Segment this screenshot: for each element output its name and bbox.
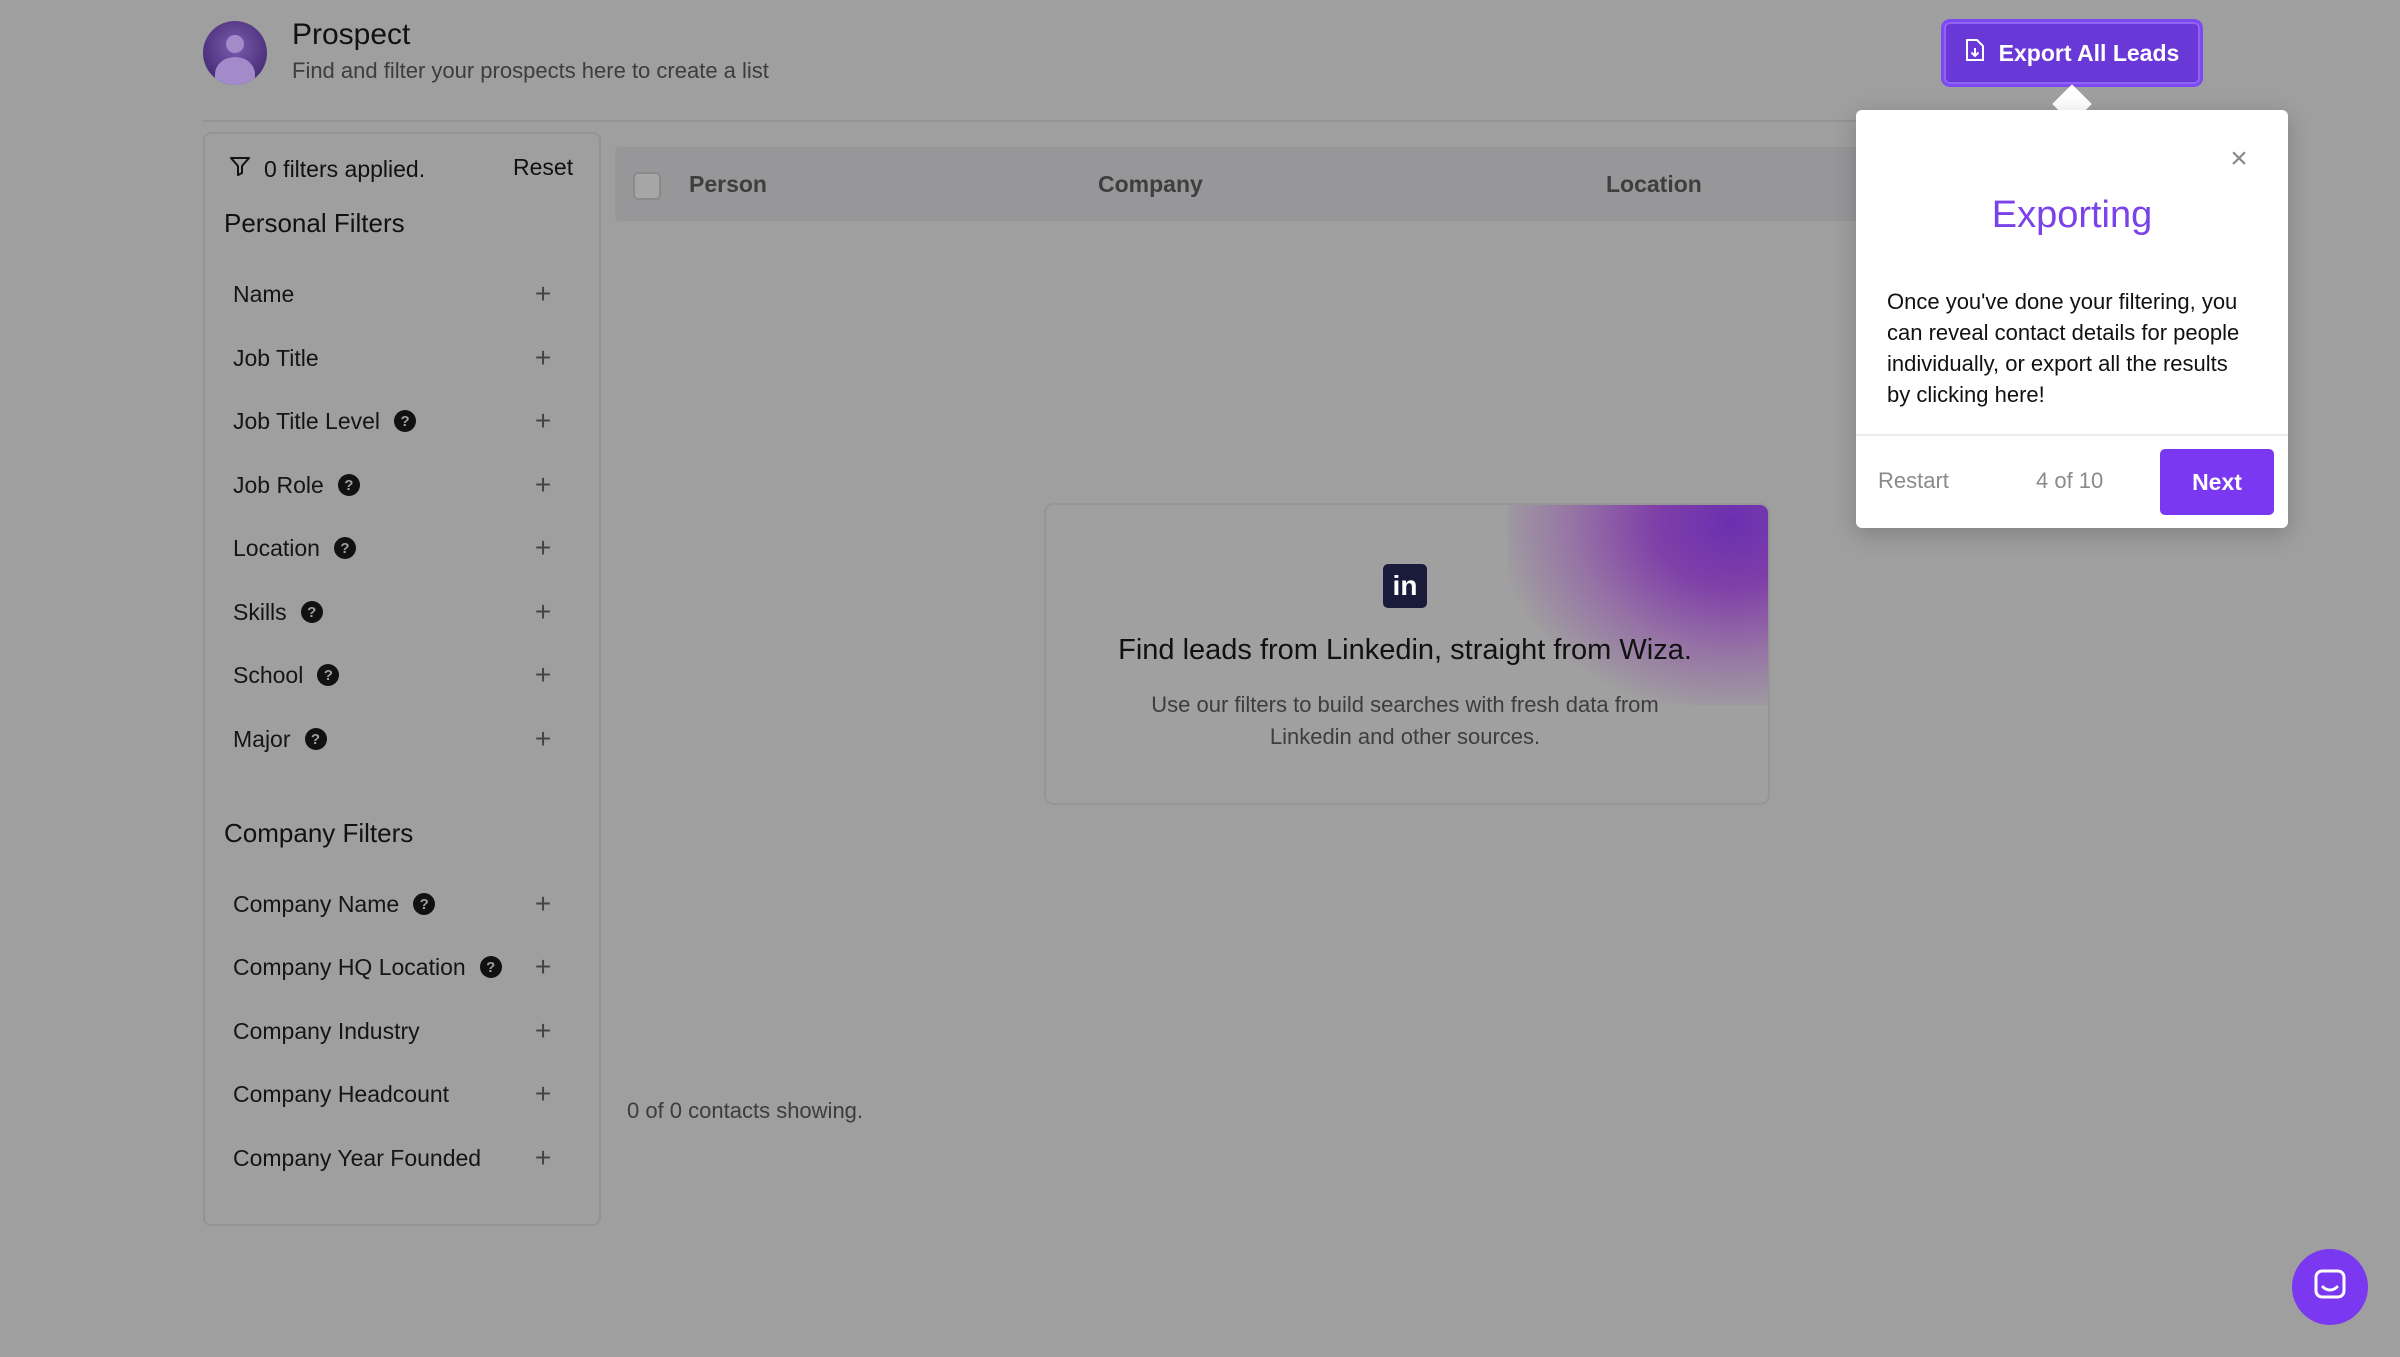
plus-icon[interactable]: + <box>523 1011 563 1051</box>
empty-state-text: Use our filters to build searches with f… <box>1151 692 1659 749</box>
column-location[interactable]: Location <box>1606 171 1702 198</box>
chat-launcher-button[interactable] <box>2292 1249 2368 1325</box>
plus-icon[interactable]: + <box>523 947 563 987</box>
help-icon[interactable]: ? <box>413 893 436 915</box>
filter-job-title-level[interactable]: Job Title Level ? + <box>233 401 563 441</box>
filters-applied-text: 0 filters applied. <box>264 155 426 182</box>
page-title: Prospect <box>292 18 411 51</box>
page-subtitle: Find and filter your prospects here to c… <box>292 58 769 83</box>
tour-step-counter: 4 of 10 <box>2036 468 2104 493</box>
next-button[interactable]: Next <box>2160 449 2274 515</box>
company-filters-title: Company Filters <box>224 818 414 848</box>
reset-button[interactable]: Reset <box>513 154 573 181</box>
export-all-leads-button[interactable]: Export All Leads <box>1944 22 2200 84</box>
personal-filters-title: Personal Filters <box>224 208 405 238</box>
help-icon[interactable]: ? <box>479 956 502 978</box>
plus-icon[interactable]: + <box>523 884 563 924</box>
restart-button[interactable]: Restart <box>1878 468 1949 494</box>
filter-location[interactable]: Location ? + <box>233 528 563 568</box>
avatar[interactable] <box>203 21 267 85</box>
tooltip-body: Once you've done your filtering, you can… <box>1887 289 2240 407</box>
filter-company-name[interactable]: Company Name ? + <box>233 884 563 924</box>
close-icon[interactable]: × <box>2224 142 2254 175</box>
column-company[interactable]: Company <box>1098 171 1203 198</box>
filter-job-role[interactable]: Job Role ? + <box>233 465 563 505</box>
plus-icon[interactable]: + <box>523 592 563 632</box>
filter-company-hq-location[interactable]: Company HQ Location ? + <box>233 947 563 987</box>
filter-major[interactable]: Major ? + <box>233 719 563 759</box>
tooltip-divider <box>1856 434 2288 436</box>
plus-icon[interactable]: + <box>523 1074 563 1114</box>
column-person[interactable]: Person <box>689 171 767 198</box>
help-icon[interactable]: ? <box>394 410 417 432</box>
empty-state-title: Find leads from Linkedin, straight from … <box>1118 634 1692 666</box>
plus-icon[interactable]: + <box>523 528 563 568</box>
plus-icon[interactable]: + <box>523 719 563 759</box>
help-icon[interactable]: ? <box>317 664 340 686</box>
help-icon[interactable]: ? <box>333 537 356 559</box>
contacts-count: 0 of 0 contacts showing. <box>627 1098 864 1123</box>
plus-icon[interactable]: + <box>523 465 563 505</box>
filter-company-headcount[interactable]: Company Headcount + <box>233 1074 563 1114</box>
filter-company-industry[interactable]: Company Industry + <box>233 1011 563 1051</box>
filter-name[interactable]: Name + <box>233 274 563 314</box>
filter-icon <box>228 154 252 184</box>
plus-icon[interactable]: + <box>523 401 563 441</box>
help-icon[interactable]: ? <box>304 728 327 750</box>
filter-school[interactable]: School ? + <box>233 655 563 695</box>
filter-job-title[interactable]: Job Title + <box>233 338 563 378</box>
filters-applied-status: 0 filters applied. <box>228 154 425 184</box>
export-label: Export All Leads <box>1998 39 2180 66</box>
select-all-checkbox[interactable] <box>633 172 661 200</box>
filter-company-year-founded[interactable]: Company Year Founded + <box>233 1138 563 1178</box>
chat-icon <box>2313 1268 2347 1307</box>
linkedin-icon: in <box>1383 564 1427 608</box>
help-icon[interactable]: ? <box>300 601 323 623</box>
plus-icon[interactable]: + <box>523 338 563 378</box>
file-download-icon <box>1965 38 1985 68</box>
help-icon[interactable]: ? <box>337 474 360 496</box>
plus-icon[interactable]: + <box>523 655 563 695</box>
plus-icon[interactable]: + <box>523 1138 563 1178</box>
plus-icon[interactable]: + <box>523 274 563 314</box>
filter-skills[interactable]: Skills ? + <box>233 592 563 632</box>
tooltip-title: Exporting <box>1991 194 2153 236</box>
